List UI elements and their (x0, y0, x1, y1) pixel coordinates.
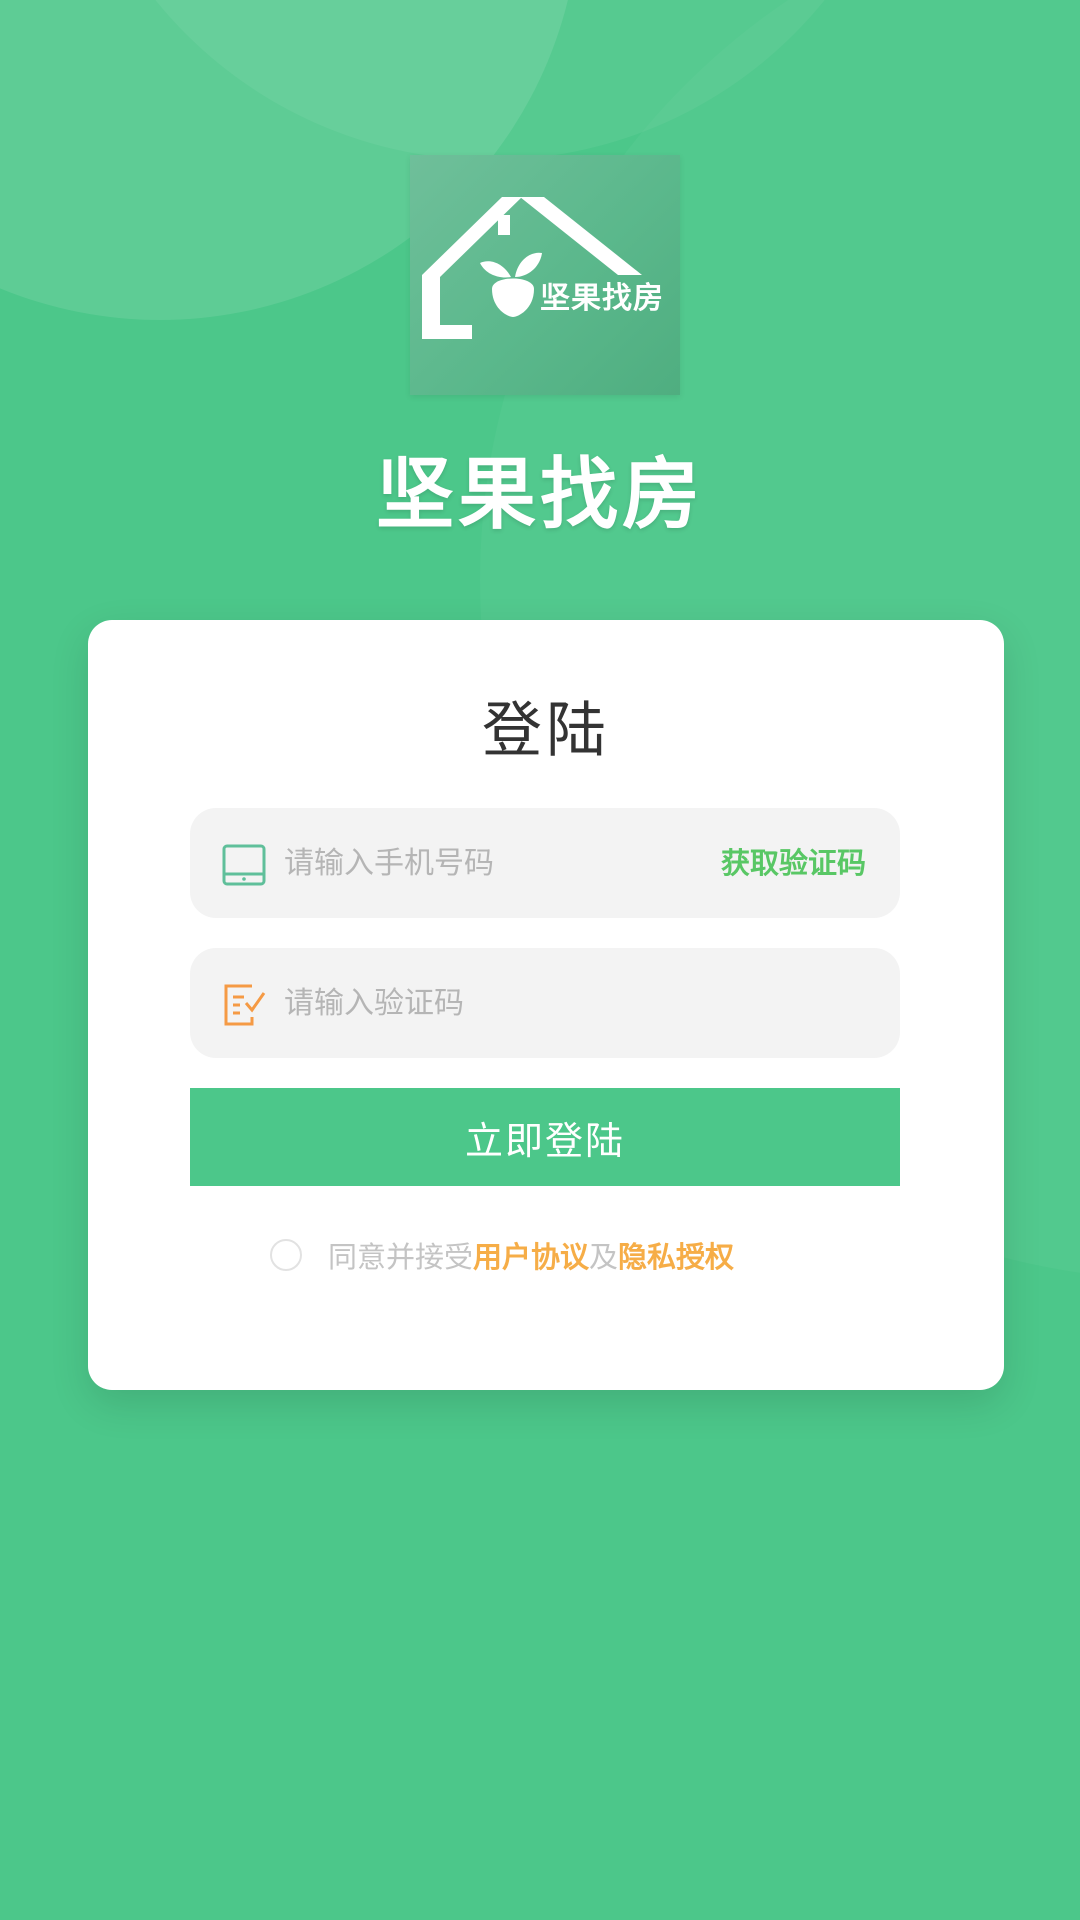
privacy-link[interactable]: 隐私授权 (618, 1234, 734, 1276)
login-title: 登陆 (482, 696, 610, 766)
agreement-radio[interactable] (270, 1239, 302, 1271)
background-circle (60, 0, 920, 160)
login-card: 登陆 获取验证码 立即登陆 同意并接受 用户协议 及 隐私授权 (88, 620, 1004, 1390)
agreement-prefix: 同意并接受 (328, 1240, 474, 1274)
tablet-icon (222, 844, 266, 886)
edit-check-icon (224, 984, 266, 1026)
agreement-row: 同意并接受 用户协议 及 隐私授权 (270, 1232, 734, 1278)
login-button[interactable]: 立即登陆 (190, 1088, 900, 1186)
logo-text: 坚果找房 (540, 281, 664, 316)
get-code-button[interactable]: 获取验证码 (721, 808, 866, 918)
user-agreement-link[interactable]: 用户协议 (473, 1234, 589, 1276)
agreement-and: 及 (589, 1240, 619, 1274)
phone-input[interactable] (284, 808, 684, 918)
app-logo: 坚果找房 (410, 155, 680, 395)
code-field (190, 948, 900, 1058)
code-input[interactable] (284, 948, 684, 1058)
phone-field: 获取验证码 (190, 808, 900, 918)
app-title: 坚果找房 (375, 450, 704, 540)
